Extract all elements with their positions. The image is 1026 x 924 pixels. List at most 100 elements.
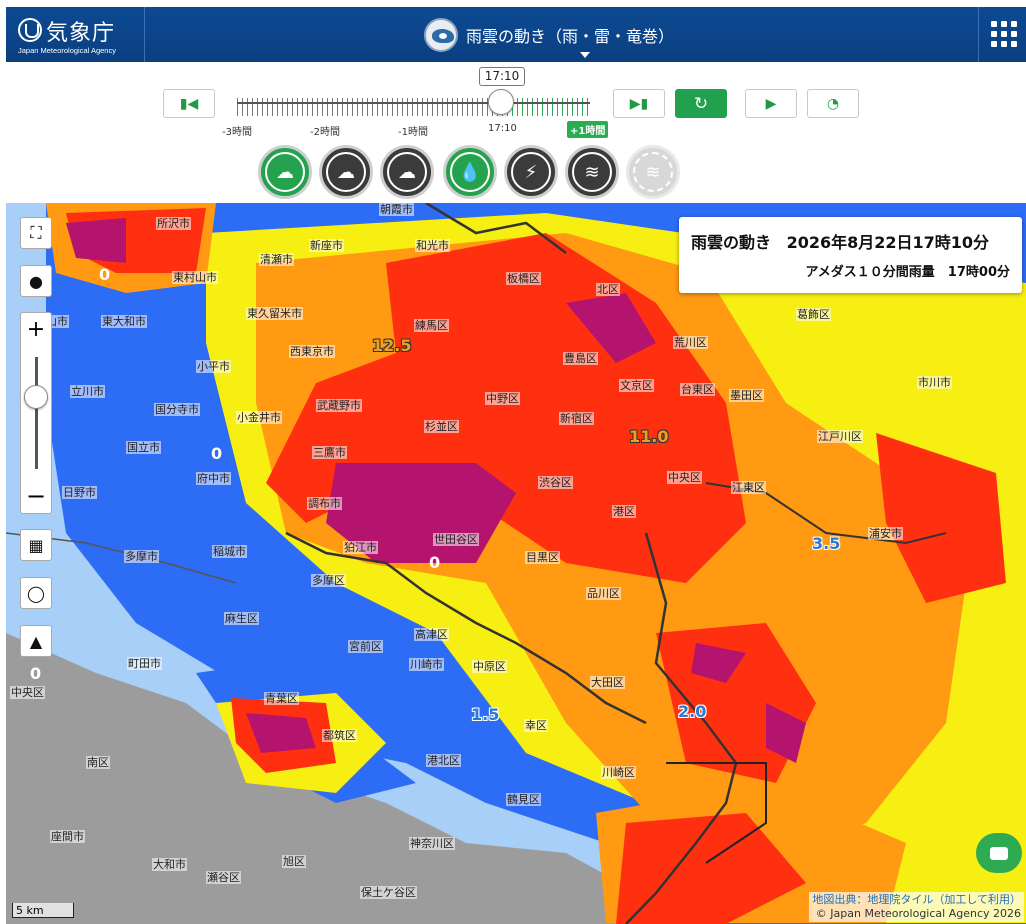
speed-button[interactable]: ◔	[807, 89, 859, 118]
place-label: 武蔵野市	[316, 399, 362, 412]
fullscreen-button[interactable]: ⛶	[20, 217, 52, 249]
amedas-value: 11.0	[629, 427, 669, 446]
zoom-in-button[interactable]: +	[21, 315, 51, 345]
chevron-down-icon[interactable]	[580, 52, 590, 58]
place-label: 鶴見区	[506, 793, 541, 806]
layer-amedas-rain[interactable]: 💧	[443, 145, 497, 199]
place-label: 世田谷区	[433, 533, 479, 546]
place-label: 中原区	[472, 660, 507, 673]
place-label: 宮前区	[348, 640, 383, 653]
layer-rain-radar[interactable]: ☁	[258, 145, 312, 199]
slider-thumb[interactable]	[488, 89, 514, 115]
skip-back-icon: ▮◀	[179, 95, 199, 112]
place-label: 新宿区	[559, 412, 594, 425]
place-label: 墨田区	[729, 389, 764, 402]
place-label: 保土ケ谷区	[360, 886, 417, 899]
speedometer-icon: ◔	[826, 95, 840, 112]
place-label: 東村山市	[172, 271, 218, 284]
place-label: 多摩市	[124, 550, 159, 563]
zoom-control: + −	[20, 312, 52, 514]
tick-label-plus1h: +1時間	[567, 121, 609, 138]
place-label: 北区	[596, 283, 620, 296]
place-label: 国分寺市	[154, 403, 200, 416]
place-label: 葛飾区	[796, 308, 831, 321]
layer-tornado[interactable]: ≋	[565, 145, 619, 199]
content-title-dropdown[interactable]: 雨雲の動き（雨・雷・竜巻）	[424, 17, 674, 53]
place-label: 文京区	[619, 379, 654, 392]
place-label: 渋谷区	[538, 476, 573, 489]
zoom-out-button[interactable]: −	[21, 481, 51, 511]
rain-radar-map[interactable]: 所沢市 新座市 和光市 朝霞市 清瀬市 東村山市 東久留米市 板橋区 北区 村山…	[6, 203, 1026, 924]
place-label: 国立市	[126, 441, 161, 454]
place-label: 朝霞市	[379, 203, 414, 216]
tick-label-minus2h: -2時間	[310, 127, 340, 138]
skip-forward-button[interactable]: ▶▮	[613, 89, 665, 118]
place-label: 旭区	[282, 855, 306, 868]
rain-drop-toggle-button[interactable]: ◯	[20, 577, 52, 609]
place-label: 川崎市	[409, 658, 444, 671]
mountain-icon: ▲	[29, 631, 43, 651]
amedas-value: 2.0	[678, 702, 707, 721]
place-label: 豊島区	[563, 352, 598, 365]
slider-forecast-ticks	[502, 98, 590, 116]
layer-lightning[interactable]: ⚡	[504, 145, 558, 199]
app-header: 気象庁 Japan Meteorological Agency 雨雲の動き（雨・…	[6, 7, 1026, 62]
layer-tornado-cloud[interactable]: ☁	[380, 145, 434, 199]
skip-back-button[interactable]: ▮◀	[163, 89, 215, 118]
place-label: 瀬谷区	[206, 871, 241, 884]
info-datetime: 2026年8月22日17時10分	[786, 233, 990, 252]
location-button[interactable]: ●	[20, 265, 52, 297]
place-label: 幸区	[524, 719, 548, 732]
info-subtitle: アメダス１０分間雨量 17時00分	[805, 265, 1010, 280]
map-style-button[interactable]: ▦	[20, 529, 52, 561]
zoom-rail[interactable]	[35, 357, 38, 469]
attribution-map-source[interactable]: 地図出典：地理院タイル（加工して利用）	[812, 893, 1021, 907]
place-label: 市川市	[917, 376, 952, 389]
rain-drop-outline-icon: ◯	[27, 583, 45, 603]
place-label: 東久留米市	[246, 307, 303, 320]
jma-logo[interactable]: 気象庁 Japan Meteorological Agency	[6, 7, 145, 62]
layer-tornado-disabled: ≋	[626, 145, 680, 199]
slider-track	[237, 102, 590, 104]
place-label: 西東京市	[289, 345, 335, 358]
place-label: 港区	[612, 505, 636, 518]
amedas-value: 0	[211, 444, 223, 463]
play-button[interactable]: ▶	[745, 89, 797, 118]
rain-drop-icon: 💧	[458, 161, 482, 183]
thunder-cloud-icon: ☁	[337, 161, 355, 183]
location-pin-icon: ●	[29, 271, 43, 291]
page-title: 雨雲の動き（雨・雷・竜巻）	[466, 27, 675, 46]
reload-button[interactable]: ↻	[675, 89, 727, 118]
play-icon: ▶	[765, 95, 777, 112]
terrain-button[interactable]: ▲	[20, 625, 52, 657]
info-panel: 雨雲の動き 2026年8月22日17時10分 アメダス１０分間雨量 17時00分	[679, 217, 1022, 293]
place-label: 中野区	[485, 392, 520, 405]
jma-emblem-icon	[18, 18, 42, 42]
place-label: 中央区	[667, 471, 702, 484]
place-label: 所沢市	[156, 217, 191, 230]
place-label: 南区	[86, 756, 110, 769]
place-label: 品川区	[586, 587, 621, 600]
place-label: 高津区	[414, 628, 449, 641]
place-label: 大田区	[590, 676, 625, 689]
place-label: 台東区	[680, 383, 715, 396]
layer-thunder[interactable]: ☁	[319, 145, 373, 199]
zoom-slider-knob[interactable]	[24, 385, 48, 409]
logo-subtitle: Japan Meteorological Agency	[18, 46, 116, 55]
info-title-text: 雨雲の動き	[691, 233, 772, 252]
menu-button[interactable]	[978, 7, 1026, 62]
current-time-bubble: 17:10	[479, 67, 525, 86]
time-slider[interactable]	[237, 98, 590, 120]
place-label: 杉並区	[424, 420, 459, 433]
amedas-value: 0	[30, 664, 42, 683]
place-label: 調布市	[307, 497, 342, 510]
map-attribution: 地図出典：地理院タイル（加工して利用） © Japan Meteorologic…	[809, 892, 1024, 922]
place-label: 港北区	[426, 754, 461, 767]
place-label: 清瀬市	[259, 253, 294, 266]
radar-overlay	[6, 203, 1026, 924]
place-label: 板橋区	[506, 272, 541, 285]
info-title: 雨雲の動き 2026年8月22日17時10分	[691, 229, 1010, 253]
amedas-value: 1.5	[471, 705, 500, 724]
feedback-chat-button[interactable]	[976, 833, 1022, 873]
place-label: 和光市	[415, 239, 450, 252]
